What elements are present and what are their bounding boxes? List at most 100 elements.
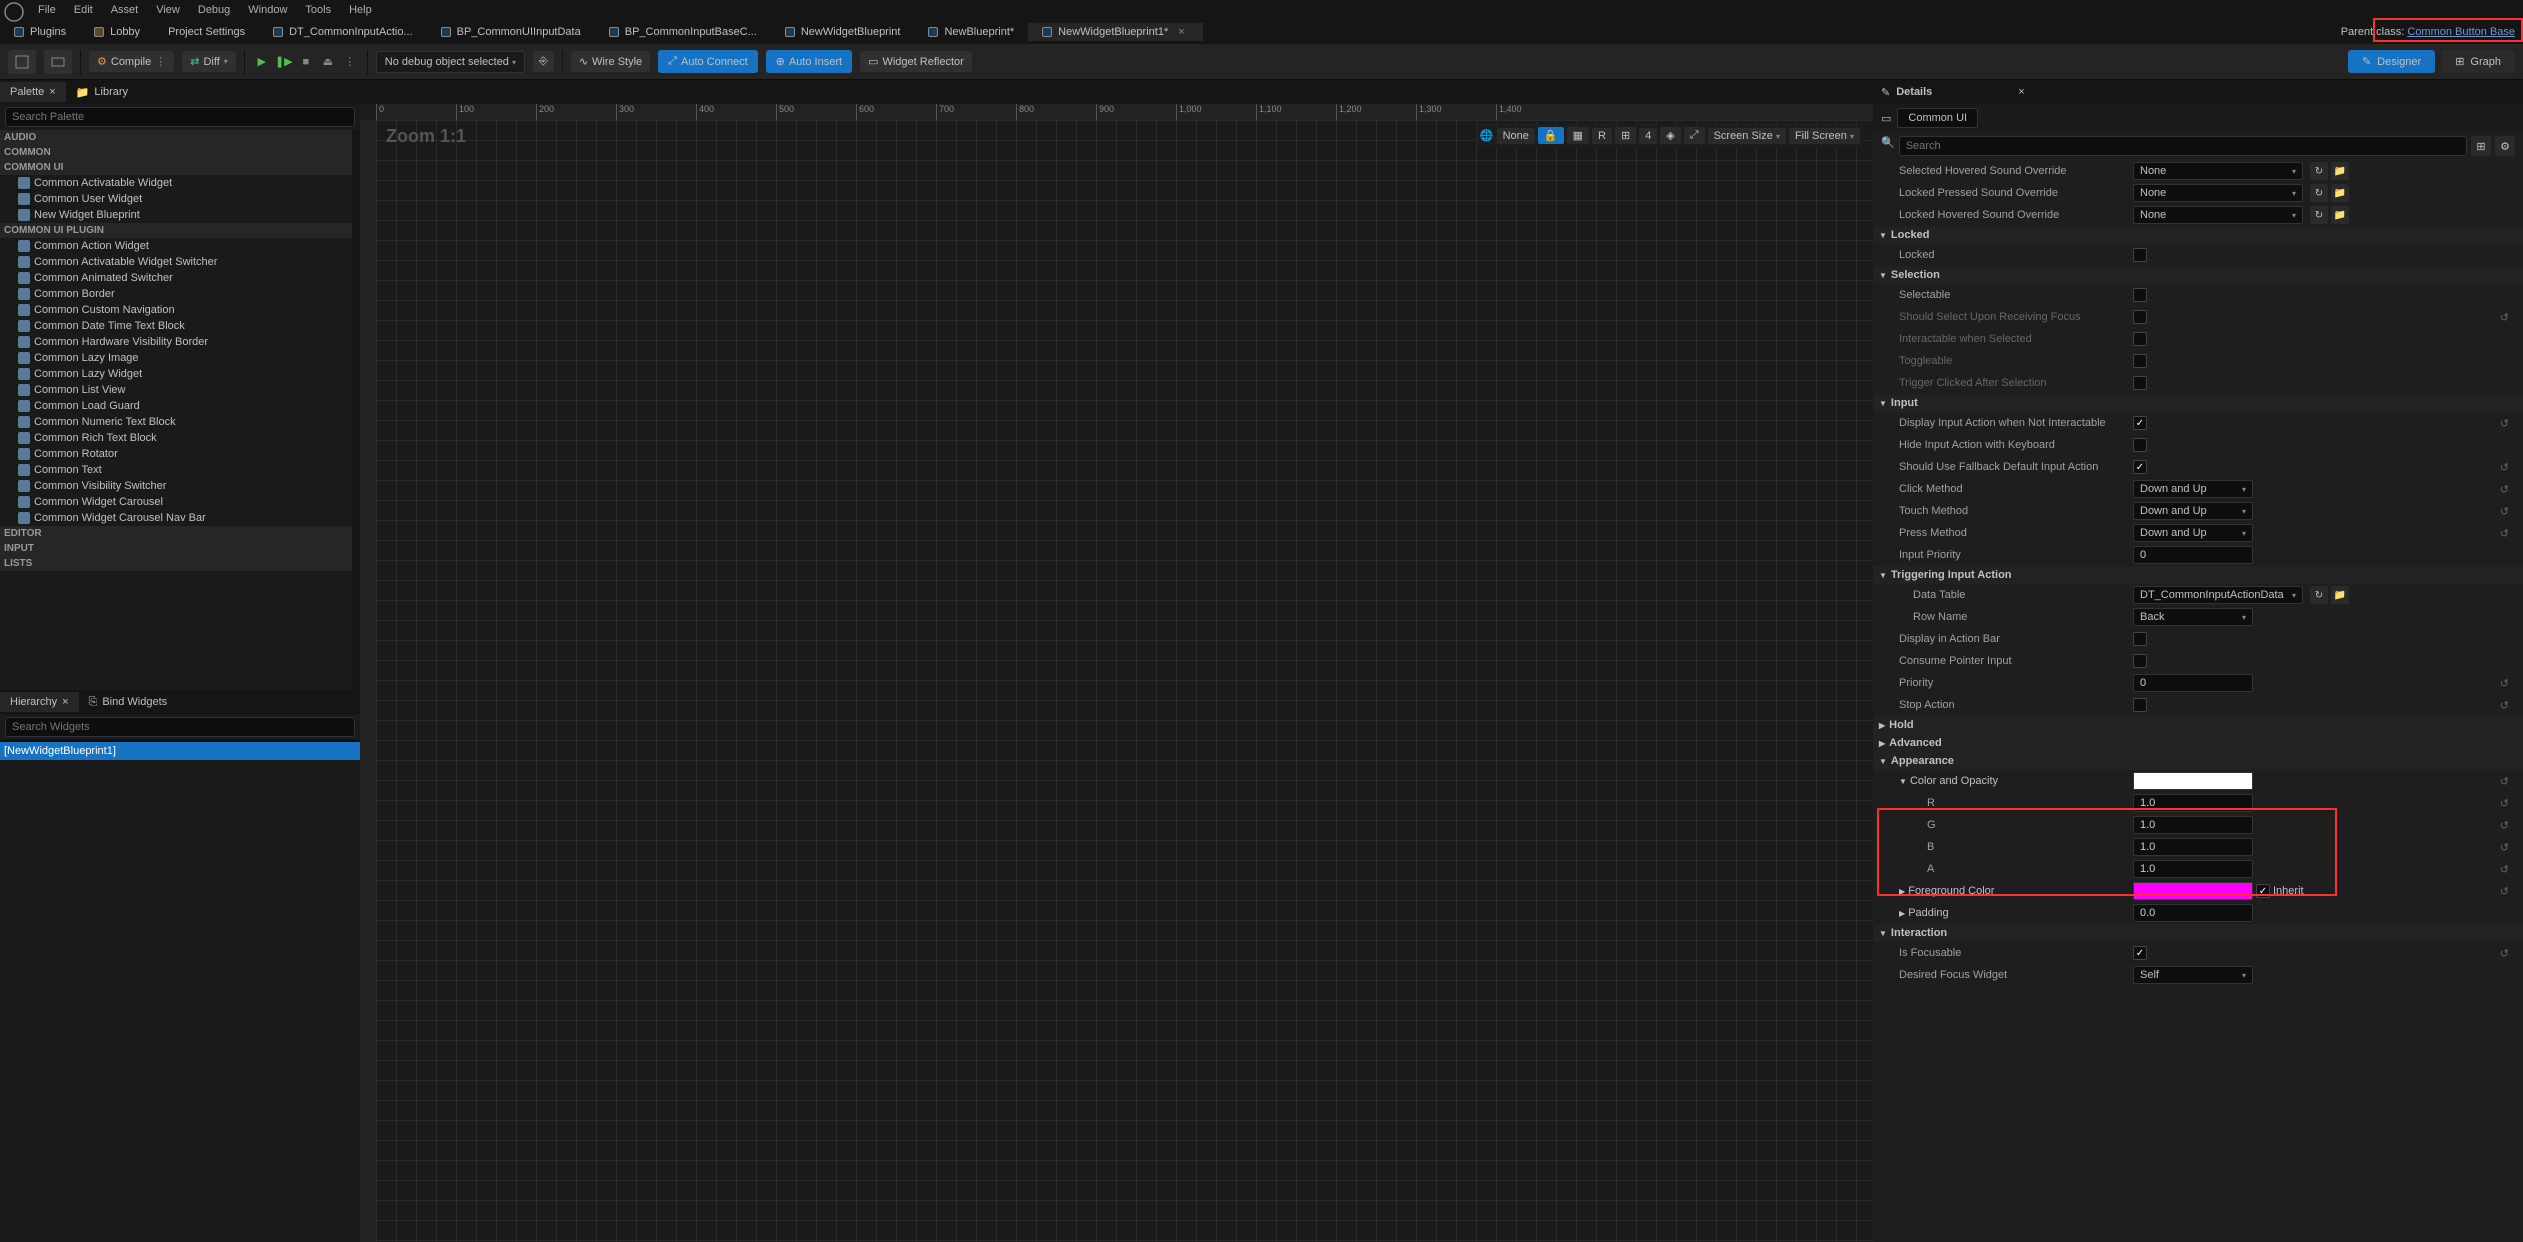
menu-window[interactable]: Window: [240, 2, 295, 18]
reset-icon[interactable]: ↺: [2500, 885, 2513, 898]
checkbox[interactable]: [2133, 460, 2147, 474]
palette-item[interactable]: Common Action Widget: [0, 238, 352, 254]
reset-icon[interactable]: ↺: [2500, 699, 2513, 712]
grid-size-button[interactable]: 4: [1639, 128, 1657, 144]
checkbox[interactable]: [2133, 698, 2147, 712]
reset-icon[interactable]: ↺: [2500, 461, 2513, 474]
checkbox[interactable]: [2133, 248, 2147, 262]
fill-screen-dropdown[interactable]: Fill Screen ▾: [1789, 128, 1860, 144]
checkbox[interactable]: [2133, 416, 2147, 430]
sound-dropdown[interactable]: None▾: [2133, 184, 2303, 202]
palette-category[interactable]: AUDIO: [0, 130, 352, 145]
menu-view[interactable]: View: [148, 2, 188, 18]
close-icon[interactable]: ×: [1174, 26, 1188, 38]
checkbox[interactable]: [2133, 310, 2147, 324]
menu-tools[interactable]: Tools: [297, 2, 339, 18]
menu-edit[interactable]: Edit: [66, 2, 101, 18]
checkbox[interactable]: [2133, 438, 2147, 452]
locate-button[interactable]: ⎆: [533, 51, 554, 72]
browse-asset-icon[interactable]: 📁: [2331, 184, 2349, 202]
browse-asset-icon[interactable]: 📁: [2331, 586, 2349, 604]
designer-canvas[interactable]: 01002003004005006007008009001,0001,1001,…: [360, 80, 1873, 1242]
reset-icon[interactable]: ↺: [2500, 505, 2513, 518]
parent-class-link[interactable]: Common Button Base: [2407, 26, 2515, 38]
color-b-field[interactable]: [2133, 838, 2253, 856]
sound-dropdown[interactable]: None▾: [2133, 162, 2303, 180]
section-interaction[interactable]: ▼Interaction: [1873, 924, 2523, 942]
palette-item[interactable]: Common Rotator: [0, 446, 352, 462]
close-icon[interactable]: ×: [2018, 86, 2024, 98]
touch-method-dropdown[interactable]: Down and Up▾: [2133, 502, 2253, 520]
menu-file[interactable]: File: [30, 2, 64, 18]
canvas-grid[interactable]: [376, 120, 1873, 1242]
use-selected-icon[interactable]: ↻: [2310, 184, 2328, 202]
loc-none-button[interactable]: None: [1497, 128, 1535, 144]
zoom-button[interactable]: ⤢: [1684, 127, 1705, 144]
section-hold[interactable]: ▶Hold: [1873, 716, 2523, 734]
priority-field[interactable]: [2133, 674, 2253, 692]
use-selected-icon[interactable]: ↻: [2310, 586, 2328, 604]
palette-item[interactable]: Common Activatable Widget Switcher: [0, 254, 352, 270]
menu-asset[interactable]: Asset: [103, 2, 147, 18]
reset-icon[interactable]: ↺: [2500, 417, 2513, 430]
auto-connect-button[interactable]: ⤢Auto Connect: [658, 50, 757, 73]
menu-help[interactable]: Help: [341, 2, 380, 18]
tab-newblueprint[interactable]: NewBlueprint*: [914, 23, 1028, 41]
color-g-field[interactable]: [2133, 816, 2253, 834]
section-triggering-input-action[interactable]: ▼Triggering Input Action: [1873, 566, 2523, 584]
palette-tab[interactable]: Palette×: [0, 82, 66, 102]
debug-object-dropdown[interactable]: No debug object selected ▾: [376, 51, 525, 73]
palette-item[interactable]: Common Border: [0, 286, 352, 302]
reset-icon[interactable]: ↺: [2500, 677, 2513, 690]
bind-widgets-tab[interactable]: ⎘Bind Widgets: [79, 692, 178, 713]
checkbox[interactable]: [2133, 654, 2147, 668]
palette-item[interactable]: New Widget Blueprint: [0, 207, 352, 223]
screen-size-dropdown[interactable]: Screen Size ▾: [1708, 128, 1786, 144]
reset-icon[interactable]: ↺: [2500, 483, 2513, 496]
details-search-input[interactable]: [1899, 136, 2467, 156]
hierarchy-search-input[interactable]: [5, 717, 355, 737]
use-selected-icon[interactable]: ↻: [2310, 206, 2328, 224]
section-input[interactable]: ▼Input: [1873, 394, 2523, 412]
hierarchy-tab[interactable]: Hierarchy×: [0, 692, 79, 712]
palette-item[interactable]: Common Date Time Text Block: [0, 318, 352, 334]
palette-category[interactable]: COMMON UI PLUGIN: [0, 223, 352, 238]
diff-button[interactable]: ⇄Diff▾: [182, 51, 236, 72]
checkbox[interactable]: [2133, 632, 2147, 646]
hierarchy-tree[interactable]: [NewWidgetBlueprint1]: [0, 740, 360, 1242]
widget-reflector-button[interactable]: ▭Widget Reflector: [860, 51, 972, 72]
palette-item[interactable]: Common Visibility Switcher: [0, 478, 352, 494]
play-opts-button[interactable]: ⋮: [341, 53, 359, 71]
tab-bp-commonuiinputdata[interactable]: BP_CommonUIInputData: [427, 23, 595, 41]
browse-asset-icon[interactable]: 📁: [2331, 162, 2349, 180]
compile-button[interactable]: ⚙Compile⋮: [89, 51, 174, 72]
palette-item[interactable]: Common Lazy Image: [0, 350, 352, 366]
tab-newwidgetblueprint[interactable]: NewWidgetBlueprint: [771, 23, 915, 41]
palette-item[interactable]: Common Rich Text Block: [0, 430, 352, 446]
graph-mode-button[interactable]: ⊞Graph: [2441, 50, 2515, 73]
reset-icon[interactable]: ↺: [2500, 947, 2513, 960]
tab-project-settings[interactable]: Project Settings: [154, 23, 259, 41]
save-button[interactable]: [8, 50, 36, 74]
palette-category[interactable]: LISTS: [0, 556, 352, 571]
layout-button[interactable]: ▦: [1567, 127, 1589, 144]
details-body[interactable]: Selected Hovered Sound Override None▾↻📁 …: [1873, 160, 2523, 1242]
reset-icon[interactable]: ↺: [2500, 841, 2513, 854]
color-r-field[interactable]: [2133, 794, 2253, 812]
palette-item[interactable]: Common Custom Navigation: [0, 302, 352, 318]
menu-debug[interactable]: Debug: [190, 2, 238, 18]
reset-icon[interactable]: ↺: [2500, 797, 2513, 810]
designer-mode-button[interactable]: ✎Designer: [2348, 50, 2435, 73]
breadcrumb-chip[interactable]: Common UI: [1897, 108, 1978, 128]
section-appearance[interactable]: ▼Appearance: [1873, 752, 2523, 770]
color-swatch[interactable]: [2133, 882, 2253, 900]
respect-lock-button[interactable]: R: [1592, 128, 1612, 144]
palette-list[interactable]: AUDIOCOMMONCOMMON UICommon Activatable W…: [0, 130, 360, 690]
checkbox[interactable]: [2133, 376, 2147, 390]
library-tab[interactable]: 📁Library: [66, 82, 138, 103]
step-button[interactable]: ❚▶: [275, 53, 293, 71]
eject-button[interactable]: ⏏: [319, 53, 337, 71]
tab-plugins[interactable]: Plugins: [0, 23, 80, 41]
grid-snap-button[interactable]: ⊞: [1615, 127, 1636, 144]
palette-category[interactable]: EDITOR: [0, 526, 352, 541]
